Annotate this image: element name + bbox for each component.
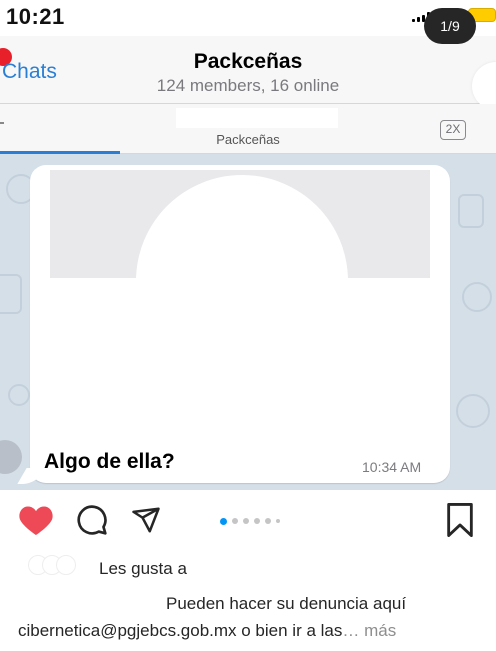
pattern-doodle bbox=[462, 282, 492, 312]
pattern-doodle bbox=[456, 394, 490, 428]
bookmark-icon bbox=[447, 503, 473, 537]
carousel-dot bbox=[276, 519, 280, 523]
carousel-indicator bbox=[220, 517, 280, 525]
status-bar: 10:21 bbox=[0, 0, 496, 36]
comment-icon bbox=[77, 505, 107, 535]
share-button[interactable] bbox=[126, 500, 166, 540]
likes-row[interactable]: Les gusta a bbox=[28, 553, 488, 581]
redacted-username bbox=[18, 595, 166, 614]
pinned-bar: Packceñas 2X bbox=[0, 104, 496, 154]
post-actions bbox=[0, 490, 496, 550]
like-button[interactable] bbox=[16, 500, 56, 540]
message-time: 10:34 AM bbox=[362, 459, 422, 475]
shared-screenshot: 10:21 Chats Packceñas 124 members, 16 on… bbox=[0, 0, 496, 490]
post-caption: Pueden hacer su denuncia aquí cibernetic… bbox=[18, 590, 488, 644]
pattern-doodle bbox=[458, 194, 484, 228]
avatar bbox=[56, 555, 76, 575]
caption-line-1: Pueden hacer su denuncia aquí bbox=[166, 594, 407, 613]
comment-button[interactable] bbox=[72, 500, 112, 540]
send-icon bbox=[132, 507, 160, 533]
carousel-dot bbox=[243, 518, 249, 524]
carousel-dot bbox=[232, 518, 238, 524]
message-text: Algo de ella? bbox=[44, 450, 175, 473]
pattern-doodle bbox=[0, 274, 22, 314]
chat-subtitle: 124 members, 16 online bbox=[156, 76, 340, 95]
pattern-doodle bbox=[8, 384, 30, 406]
caption-line-2: cibernetica@pgjebcs.gob.mx o bien ir a l… bbox=[18, 621, 343, 640]
redacted-area bbox=[176, 108, 338, 128]
caption-ellipsis: … bbox=[342, 621, 360, 640]
likes-text: Les gusta a bbox=[99, 559, 187, 578]
redacted-area bbox=[200, 438, 350, 446]
playback-speed-badge: 2X bbox=[440, 120, 466, 140]
chat-header: Chats Packceñas 124 members, 16 online bbox=[0, 36, 496, 110]
carousel-dot bbox=[265, 518, 271, 524]
pin-marker bbox=[0, 122, 4, 124]
carousel-counter: 1/9 bbox=[424, 8, 476, 44]
pinned-name: Packceñas bbox=[216, 132, 280, 147]
chat-title: Packceñas bbox=[193, 50, 303, 73]
heart-icon bbox=[19, 506, 53, 535]
more-link[interactable]: más bbox=[359, 621, 396, 640]
redacted-photo bbox=[136, 175, 348, 387]
liker-avatars bbox=[28, 555, 88, 575]
save-button[interactable] bbox=[440, 500, 480, 540]
carousel-dot-active bbox=[220, 517, 227, 525]
status-time: 10:21 bbox=[6, 4, 65, 29]
carousel-dot bbox=[254, 518, 260, 524]
